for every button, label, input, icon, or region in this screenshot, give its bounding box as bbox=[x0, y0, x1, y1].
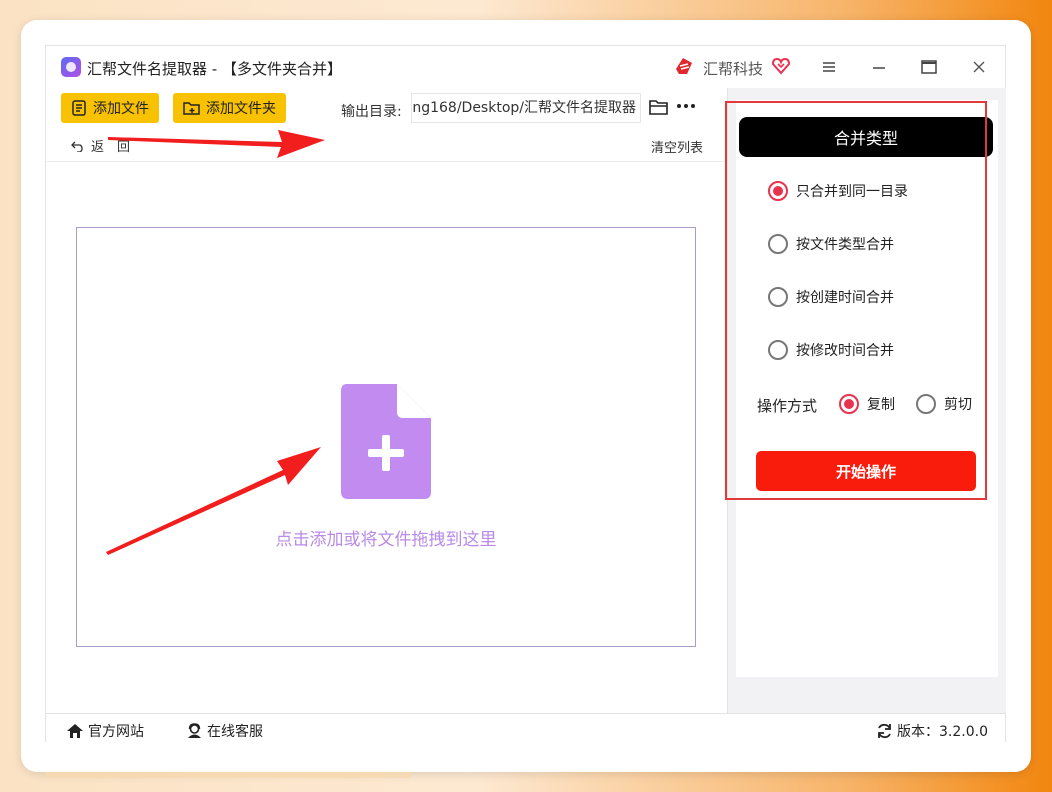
toolbar: 添加文件 添加文件夹 输出目录: ang168/Desktop/汇帮文件名提取器… bbox=[46, 88, 727, 163]
operation-cut-label: 剪切 bbox=[944, 397, 972, 413]
operation-mode-label: 操作方式 bbox=[757, 397, 818, 415]
add-folder-button[interactable]: 添加文件夹 bbox=[173, 93, 286, 123]
add-file-icon bbox=[341, 384, 431, 499]
brand-logo-icon bbox=[676, 58, 692, 74]
radio-unselected-icon bbox=[768, 340, 788, 360]
merge-option-label: 按文件类型合并 bbox=[796, 237, 894, 253]
version-info: 版本：3.2.0.0 bbox=[876, 721, 988, 741]
toolbar-divider bbox=[46, 161, 727, 162]
support-label: 在线客服 bbox=[207, 724, 263, 740]
undo-arrow-icon bbox=[71, 141, 83, 152]
merge-option-by-type[interactable]: 按文件类型合并 bbox=[768, 234, 894, 254]
operation-copy[interactable]: 复制 bbox=[839, 394, 895, 414]
heart-icon[interactable] bbox=[771, 56, 791, 76]
output-dir-field[interactable]: ang168/Desktop/汇帮文件名提取器 bbox=[411, 93, 641, 123]
merge-type-header: 合并类型 bbox=[739, 117, 993, 157]
radio-selected-icon bbox=[768, 181, 788, 201]
radio-unselected-icon bbox=[916, 394, 936, 414]
website-label: 官方网站 bbox=[88, 724, 144, 740]
merge-option-by-created[interactable]: 按创建时间合并 bbox=[768, 287, 894, 307]
merge-option-same-dir[interactable]: 只合并到同一目录 bbox=[768, 181, 908, 201]
close-icon[interactable] bbox=[965, 54, 993, 80]
website-link[interactable]: 官方网站 bbox=[66, 721, 144, 741]
minimize-icon[interactable] bbox=[865, 54, 893, 80]
operation-cut[interactable]: 剪切 bbox=[916, 394, 972, 414]
folder-add-icon bbox=[183, 102, 200, 115]
customer-service-icon bbox=[188, 723, 201, 738]
window-title: 汇帮文件名提取器 - 【多文件夹合并】 bbox=[87, 60, 342, 78]
brand-name: 汇帮科技 bbox=[703, 60, 764, 78]
radio-selected-icon bbox=[839, 394, 859, 414]
folder-open-icon[interactable] bbox=[648, 97, 670, 117]
clear-list-button[interactable]: 清空列表 bbox=[651, 137, 703, 156]
merge-option-label: 按创建时间合并 bbox=[796, 290, 894, 306]
add-folder-label: 添加文件夹 bbox=[206, 101, 276, 117]
back-label: 返 回 bbox=[91, 140, 131, 155]
file-list-icon bbox=[72, 100, 86, 116]
refresh-icon[interactable] bbox=[876, 723, 893, 739]
drop-hint-text: 点击添加或将文件拖拽到这里 bbox=[275, 530, 497, 550]
radio-unselected-icon bbox=[768, 234, 788, 254]
radio-unselected-icon bbox=[768, 287, 788, 307]
merge-option-label: 只合并到同一目录 bbox=[796, 184, 908, 200]
merge-option-label: 按修改时间合并 bbox=[796, 343, 894, 359]
version-label: 版本：3.2.0.0 bbox=[897, 724, 988, 740]
add-file-label: 添加文件 bbox=[93, 101, 149, 117]
app-logo-icon bbox=[61, 57, 81, 77]
maximize-icon[interactable] bbox=[915, 54, 943, 80]
more-options-icon[interactable] bbox=[676, 95, 700, 117]
support-link[interactable]: 在线客服 bbox=[186, 721, 263, 741]
operation-copy-label: 复制 bbox=[867, 397, 895, 413]
back-button[interactable]: 返 回 bbox=[71, 136, 130, 155]
menu-icon[interactable] bbox=[815, 54, 843, 80]
file-drop-zone[interactable]: 点击添加或将文件拖拽到这里 bbox=[76, 227, 696, 647]
merge-option-by-modified[interactable]: 按修改时间合并 bbox=[768, 340, 894, 360]
status-bar: 官方网站 在线客服 版本：3.2.0.0 bbox=[46, 713, 1005, 743]
decorative-strip bbox=[45, 772, 411, 778]
home-icon bbox=[67, 724, 83, 738]
start-operation-button[interactable]: 开始操作 bbox=[756, 451, 976, 491]
output-dir-label: 输出目录: bbox=[341, 104, 402, 120]
title-bar: 汇帮文件名提取器 - 【多文件夹合并】 汇帮科技 bbox=[46, 46, 1005, 88]
add-file-button[interactable]: 添加文件 bbox=[61, 93, 159, 123]
